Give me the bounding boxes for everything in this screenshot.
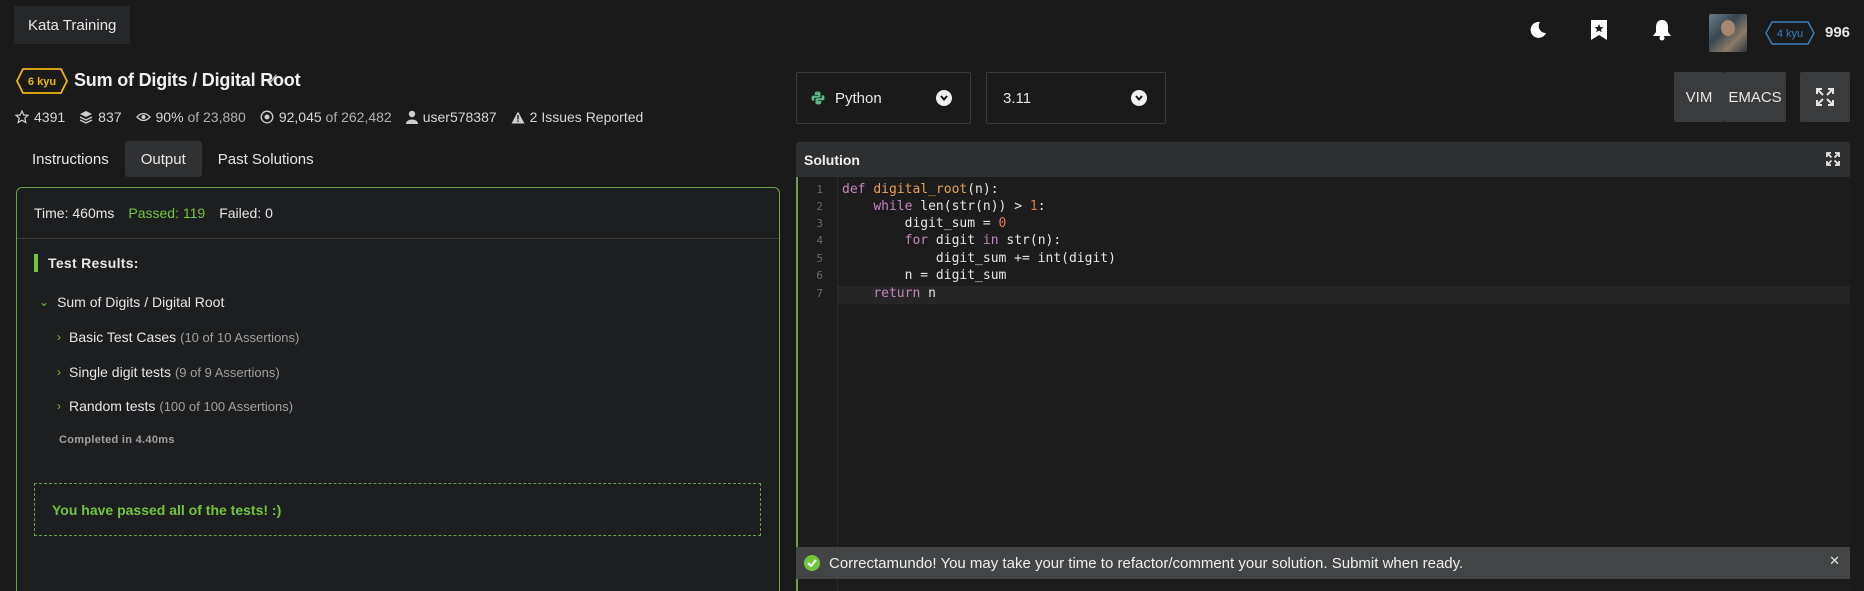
code-line: return n xyxy=(873,286,936,301)
author-name: user578387 xyxy=(422,109,497,125)
line-number: 1 xyxy=(816,183,823,196)
line-number: 4 xyxy=(816,234,823,247)
collections-stat[interactable]: 837 xyxy=(79,109,122,125)
kata-stats: 4391 837 90% of 23,880 92,045 of 262,482… xyxy=(15,109,657,125)
line-number: 2 xyxy=(816,200,823,213)
version-value: 3.11 xyxy=(1003,89,1032,107)
line-number: 7 xyxy=(816,287,823,300)
test-group[interactable]: › Single digit tests (9 of 9 Assertions) xyxy=(57,364,280,380)
failed-count: Failed: 0 xyxy=(219,205,273,221)
user-icon xyxy=(405,110,418,124)
kata-rank-badge: 6 kyu xyxy=(15,68,69,99)
chevron-right-icon: › xyxy=(57,330,61,344)
close-icon[interactable]: ✕ xyxy=(1829,553,1840,569)
code-line: digit_sum = 0 xyxy=(842,216,1007,231)
solution-header: Solution xyxy=(796,142,1850,177)
layers-icon xyxy=(79,111,93,124)
test-group-assertions: (100 of 100 Assertions) xyxy=(159,398,294,414)
pass-message: You have passed all of the tests! :) xyxy=(52,501,282,518)
chevron-down-icon xyxy=(936,90,952,106)
vim-mode-button[interactable]: VIM xyxy=(1674,72,1724,122)
suite-name: Sum of Digits / Digital Root xyxy=(57,294,225,310)
results-accent-bar xyxy=(34,254,38,272)
chevron-right-icon: › xyxy=(57,365,61,379)
python-icon xyxy=(811,91,825,105)
line-number: 5 xyxy=(816,252,823,265)
code-line: n = digit_sum xyxy=(842,268,1007,283)
code-line: for digit in str(n): xyxy=(904,233,1062,248)
issues-stat[interactable]: 2 Issues Reported xyxy=(511,109,644,125)
bell-icon[interactable] xyxy=(1646,14,1678,46)
avatar[interactable] xyxy=(1709,14,1747,52)
emacs-mode-button[interactable]: EMACS xyxy=(1724,72,1786,122)
tab-instructions[interactable]: Instructions xyxy=(16,141,125,177)
star-icon xyxy=(15,110,29,124)
line-number: 6 xyxy=(816,269,823,282)
tab-past-solutions[interactable]: Past Solutions xyxy=(202,141,330,177)
expand-icon xyxy=(1816,88,1834,106)
collections-count: 837 xyxy=(98,109,122,125)
stars-count: 4391 xyxy=(34,109,66,125)
language-select[interactable]: Python xyxy=(796,72,971,124)
completed-stat: 92,045 of 262,482 xyxy=(260,109,392,125)
svg-text:4 kyu: 4 kyu xyxy=(1777,28,1803,40)
test-group-name: Basic Test Cases xyxy=(69,329,177,345)
checkmark-icon: ✓ xyxy=(267,71,280,88)
stars-stat[interactable]: 4391 xyxy=(15,109,65,125)
toast-message: Correctamundo! You may take your time to… xyxy=(829,554,1464,572)
code-line: while len(str(n)) > 1: xyxy=(873,199,1046,214)
passed-count: Passed: 119 xyxy=(128,205,206,221)
kata-tabs: Instructions Output Past Solutions xyxy=(16,141,330,177)
moon-icon[interactable] xyxy=(1522,14,1554,46)
check-circle-icon xyxy=(804,555,820,571)
output-panel: Time: 460ms Passed: 119 Failed: 0 Test R… xyxy=(16,187,780,591)
solution-label: Solution xyxy=(804,151,860,168)
app-title[interactable]: Kata Training xyxy=(14,6,131,44)
completed-count: 92,045 xyxy=(278,109,322,125)
test-group-name: Single digit tests xyxy=(69,364,171,380)
test-group[interactable]: › Random tests (100 of 100 Assertions) xyxy=(57,398,293,414)
chevron-down-icon: ⌄ xyxy=(39,295,50,309)
code-editor[interactable]: 1 2 3 4 5 6 7 def digital_root(n): while… xyxy=(796,177,1850,591)
test-summary: Time: 460ms Passed: 119 Failed: 0 xyxy=(17,188,779,239)
code-line: digit_sum += int(digit) xyxy=(842,251,1116,266)
top-bar: Kata Training 4 kyu 996 xyxy=(0,0,1864,60)
line-gutter: 1 2 3 4 5 6 7 xyxy=(798,177,838,591)
issues-label: 2 Issues Reported xyxy=(529,109,644,125)
svg-text:6 kyu: 6 kyu xyxy=(28,76,56,88)
eye-icon xyxy=(135,112,151,122)
line-number: 3 xyxy=(816,217,823,230)
test-group-name: Random tests xyxy=(69,398,156,414)
pass-message-box: You have passed all of the tests! :) xyxy=(34,483,761,536)
test-group[interactable]: › Basic Test Cases (10 of 10 Assertions) xyxy=(57,329,299,345)
author-stat[interactable]: user578387 xyxy=(405,109,497,125)
target-icon xyxy=(260,110,274,124)
satisfaction-votes: of 23,880 xyxy=(187,109,246,125)
satisfaction-stat: 90% of 23,880 xyxy=(135,109,246,125)
success-toast: Correctamundo! You may take your time to… xyxy=(796,547,1850,579)
chevron-down-icon xyxy=(1131,90,1147,106)
test-group-assertions: (9 of 9 Assertions) xyxy=(174,364,280,380)
honor-score: 996 xyxy=(1825,24,1851,41)
test-suite-root[interactable]: ⌄ Sum of Digits / Digital Root xyxy=(39,294,224,310)
test-group-assertions: (10 of 10 Assertions) xyxy=(180,329,300,345)
completed-time: Completed in 4.40ms xyxy=(59,434,175,446)
warning-icon xyxy=(511,111,525,123)
run-time: Time: 460ms xyxy=(34,205,115,221)
test-results-label: Test Results: xyxy=(48,255,139,271)
expand-icon[interactable] xyxy=(1826,152,1840,169)
user-rank-badge: 4 kyu xyxy=(1765,21,1815,50)
tab-output[interactable]: Output xyxy=(124,141,202,177)
satisfaction-rating: 90% xyxy=(155,109,184,125)
code-line: def digital_root(n): xyxy=(842,182,999,197)
language-value: Python xyxy=(835,89,882,107)
fullscreen-button[interactable] xyxy=(1800,72,1850,122)
version-select[interactable]: 3.11 xyxy=(986,72,1166,124)
chevron-right-icon: › xyxy=(57,399,61,413)
current-line-highlight xyxy=(838,286,1850,304)
attempted-count: of 262,482 xyxy=(325,109,392,125)
test-results-header: Test Results: xyxy=(34,254,139,272)
bookmark-star-icon[interactable] xyxy=(1583,14,1615,46)
